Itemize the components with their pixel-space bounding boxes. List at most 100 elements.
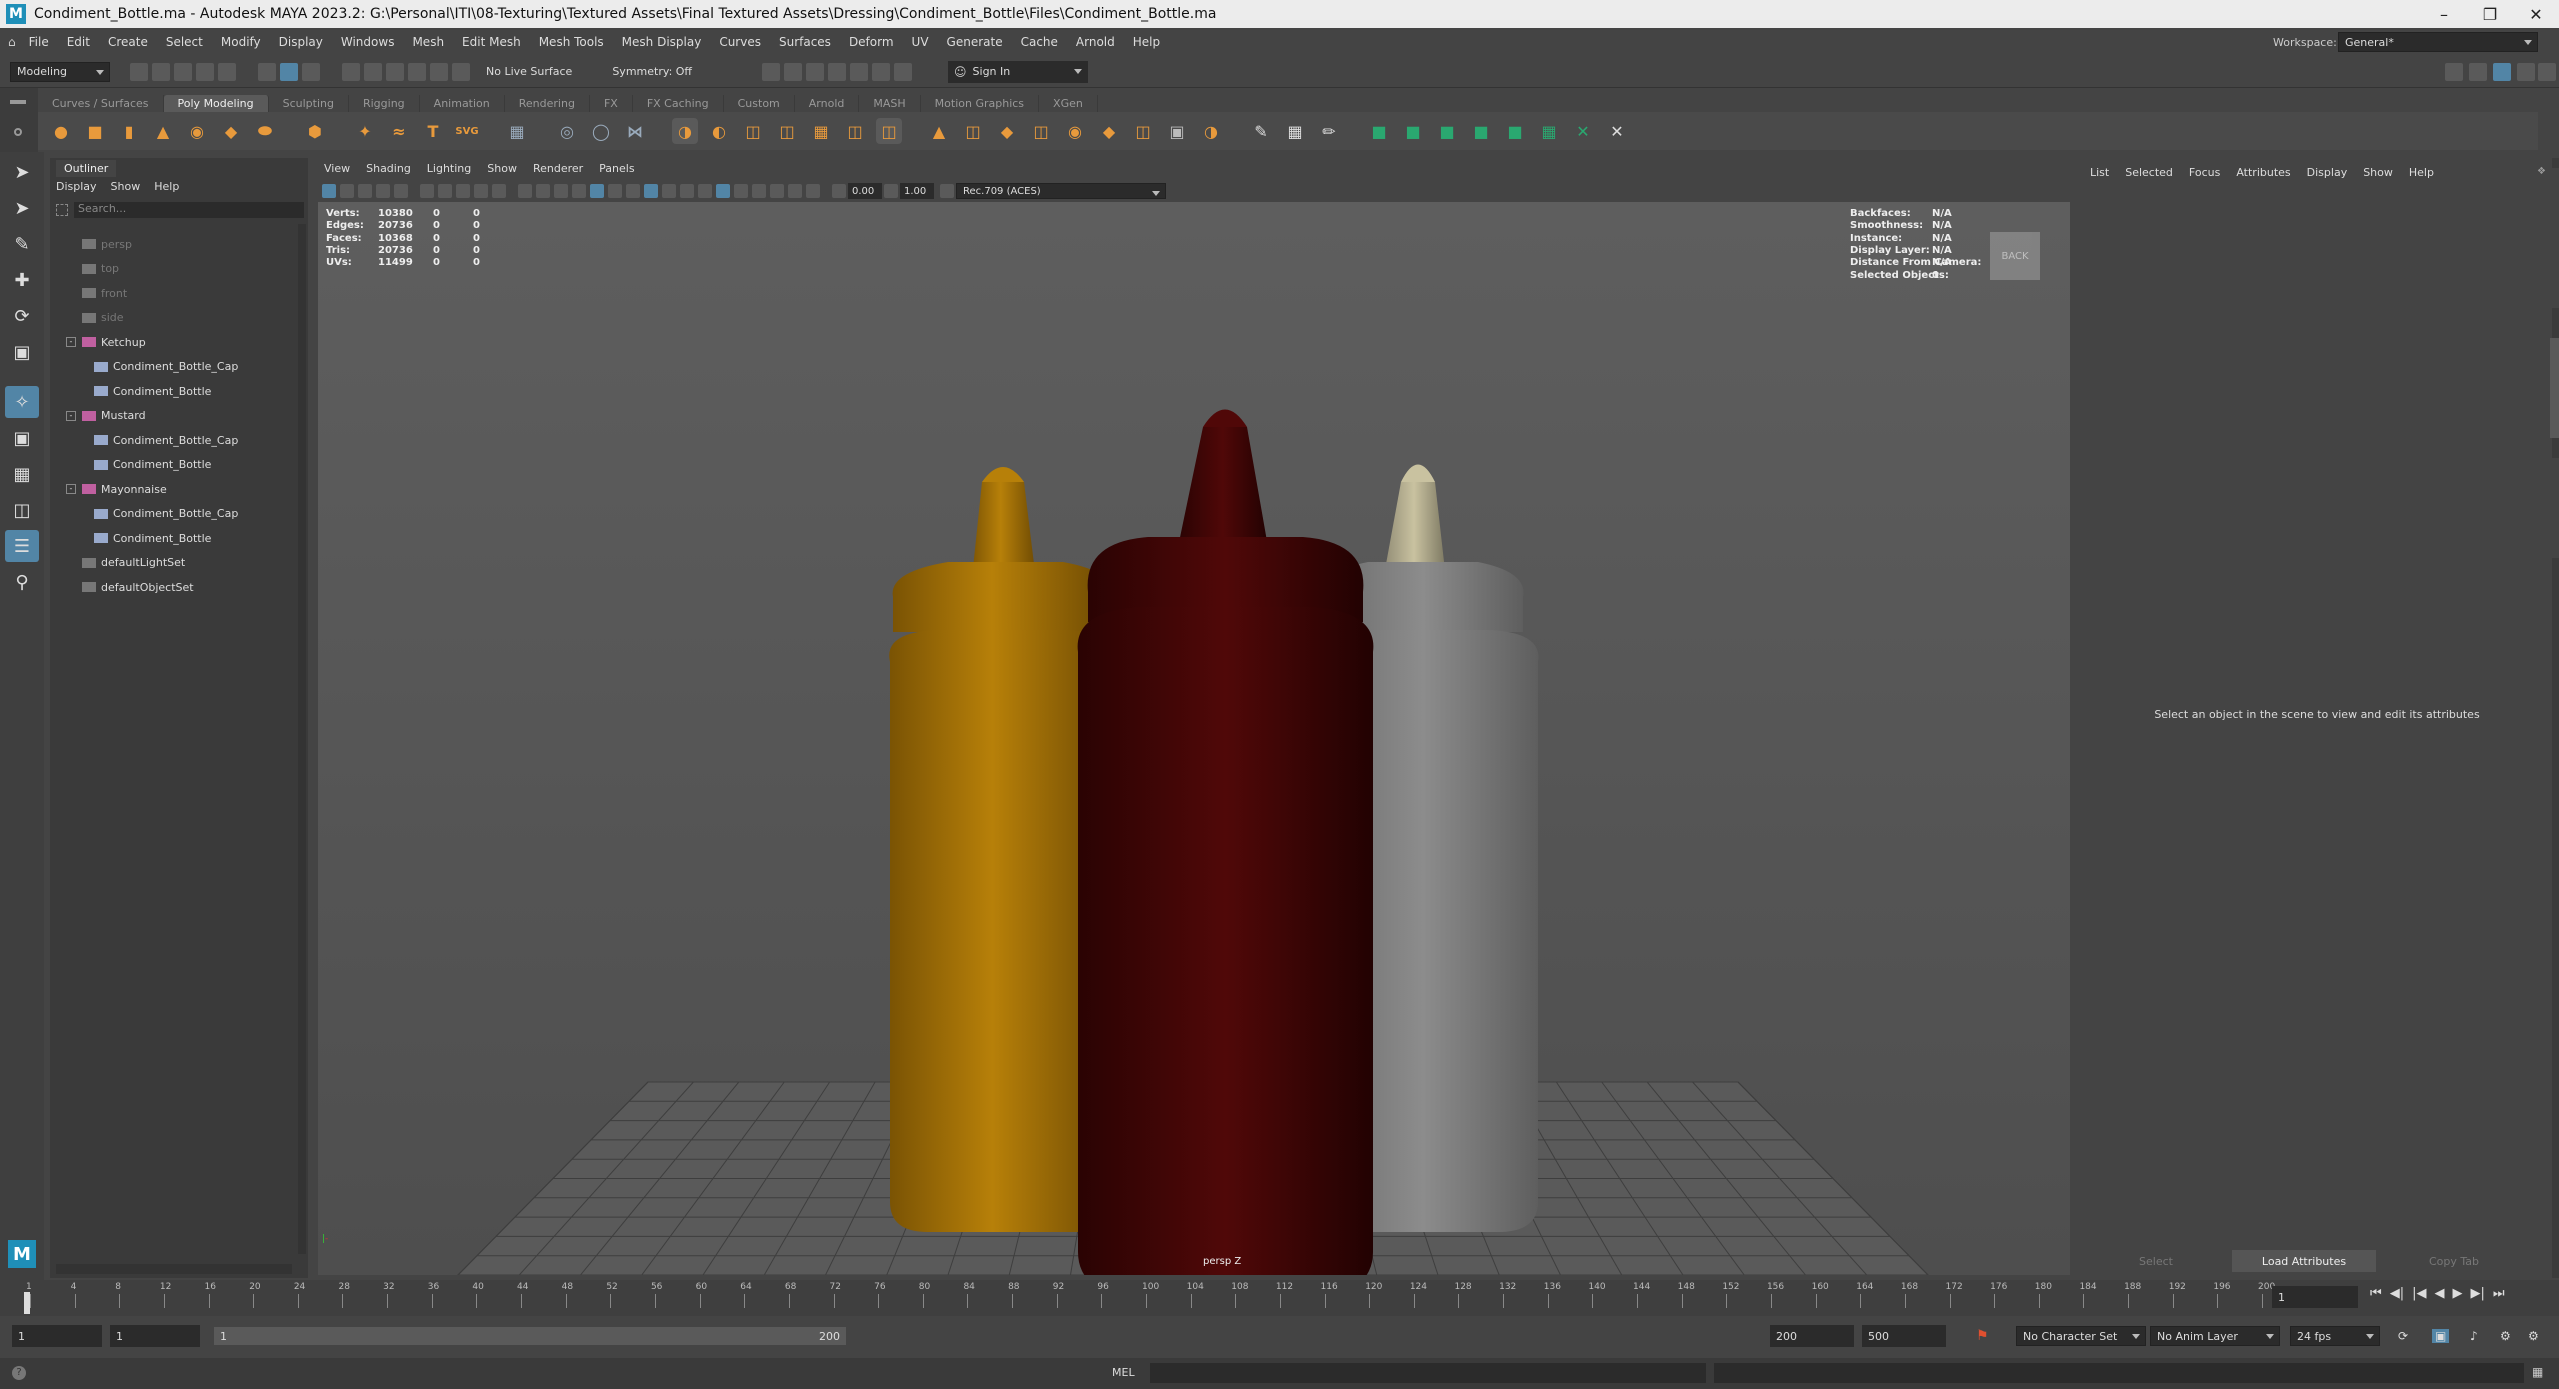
ipr-render-icon[interactable]: [806, 62, 825, 81]
camera-attr-icon[interactable]: [340, 184, 354, 198]
command-input[interactable]: [1150, 1363, 1706, 1383]
save-scene-icon[interactable]: [174, 62, 192, 81]
bridge-icon[interactable]: ◫: [960, 118, 986, 144]
menu-windows[interactable]: Windows: [332, 35, 404, 49]
outliner-item[interactable]: defaultLightSet: [82, 553, 185, 573]
close-button[interactable]: ✕: [2513, 0, 2559, 28]
viewport-menu-shading[interactable]: Shading: [366, 162, 411, 175]
step-back-icon[interactable]: |◀: [2412, 1286, 2426, 1301]
open-scene-icon[interactable]: [152, 62, 170, 81]
gamma-icon[interactable]: [884, 184, 898, 198]
anim-prefs-icon[interactable]: ⚙: [2528, 1329, 2539, 1343]
attr-menu-list[interactable]: List: [2090, 166, 2109, 179]
collapse-icon[interactable]: -: [66, 484, 76, 494]
script-editor-icon[interactable]: ▦: [2532, 1365, 2543, 1379]
viewport-menu-panels[interactable]: Panels: [599, 162, 634, 175]
pin-icon[interactable]: ❖: [2537, 166, 2546, 177]
bookmark-icon[interactable]: [358, 184, 372, 198]
shelf-menu-icon[interactable]: [10, 100, 26, 104]
four-pane-icon[interactable]: ▦: [5, 458, 39, 490]
anim-end-field[interactable]: 500: [1862, 1325, 1946, 1347]
outliner-menu-display[interactable]: Display: [56, 180, 97, 193]
collapse-icon[interactable]: -: [66, 337, 76, 347]
menu-mesh-tools[interactable]: Mesh Tools: [530, 35, 613, 49]
shelf-tab-poly-modeling[interactable]: Poly Modeling: [163, 95, 269, 112]
render-current-icon[interactable]: [784, 62, 803, 81]
outliner-item[interactable]: - Mayonnaise: [66, 479, 167, 499]
move-tool-icon[interactable]: ✚: [5, 264, 39, 296]
render-settings-icon[interactable]: [828, 62, 847, 81]
layout-icon-3[interactable]: [2493, 62, 2511, 81]
loop-icon[interactable]: ⟳: [2398, 1329, 2408, 1343]
smooth-icon[interactable]: ◑: [672, 118, 698, 144]
layout-icon-5[interactable]: [2538, 62, 2556, 81]
home-icon[interactable]: ⌂: [8, 35, 16, 49]
collapse-icon[interactable]: ◆: [1096, 118, 1122, 144]
exposure-field[interactable]: 0.00: [848, 183, 882, 199]
pause-render-icon[interactable]: [894, 62, 913, 81]
outliner-item[interactable]: Condiment_Bottle: [94, 528, 211, 548]
layout-icon-1[interactable]: [2445, 62, 2463, 81]
menu-generate[interactable]: Generate: [938, 35, 1012, 49]
snap-vertex-icon[interactable]: [452, 62, 470, 81]
step-back-key-icon[interactable]: ◀|: [2390, 1286, 2404, 1301]
minimize-button[interactable]: –: [2421, 0, 2467, 28]
circularize-icon[interactable]: ▣: [1164, 118, 1190, 144]
poly-cone-icon[interactable]: ▲: [150, 118, 176, 144]
xray-joints-icon[interactable]: [752, 184, 766, 198]
smooth-shade-icon[interactable]: [590, 184, 604, 198]
textured-icon[interactable]: [644, 184, 658, 198]
2d-pan-icon[interactable]: [394, 184, 408, 198]
shelf-tab-fx[interactable]: FX: [590, 95, 633, 112]
mirror-icon[interactable]: ⋈: [622, 118, 648, 144]
load-attributes-button[interactable]: Load Attributes: [2232, 1250, 2376, 1272]
menu-edit-mesh[interactable]: Edit Mesh: [453, 35, 530, 49]
menu-file[interactable]: File: [20, 35, 58, 49]
append-icon[interactable]: ◫: [1028, 118, 1054, 144]
anim-layer-dropdown[interactable]: No Anim Layer: [2150, 1326, 2280, 1346]
menu-mesh[interactable]: Mesh: [403, 35, 453, 49]
menu-modify[interactable]: Modify: [212, 35, 270, 49]
outliner-item[interactable]: Condiment_Bottle_Cap: [94, 357, 238, 377]
go-to-start-icon[interactable]: ⏮: [2370, 1286, 2382, 1301]
viewport-menu-view[interactable]: View: [324, 162, 350, 175]
render-view-icon[interactable]: [762, 62, 781, 81]
uv-checker-icon[interactable]: ▦: [1536, 118, 1562, 144]
maya-m-icon[interactable]: M: [8, 1240, 36, 1268]
attr-menu-focus[interactable]: Focus: [2189, 166, 2220, 179]
type-tool-icon[interactable]: T: [420, 118, 446, 144]
multi-cut-icon[interactable]: ✎: [1248, 118, 1274, 144]
edge-loop-icon[interactable]: ▦: [1282, 118, 1308, 144]
help-icon[interactable]: ?: [12, 1366, 26, 1380]
outliner-item[interactable]: top: [82, 259, 119, 279]
range-bar[interactable]: 1 200: [214, 1327, 846, 1345]
rotate-tool-icon[interactable]: ⟳: [5, 300, 39, 332]
shadows-icon[interactable]: [680, 184, 694, 198]
outliner-menu-show[interactable]: Show: [111, 180, 141, 193]
menu-uv[interactable]: UV: [903, 35, 938, 49]
play-forward-icon[interactable]: ▶: [2452, 1286, 2462, 1301]
snap-point-icon[interactable]: [386, 62, 404, 81]
symmetry-label[interactable]: Symmetry: Off: [612, 65, 692, 78]
isolate-select-icon[interactable]: [716, 184, 730, 198]
select-camera-icon[interactable]: [322, 184, 336, 198]
safe-title-icon[interactable]: [554, 184, 568, 198]
uv-icon-1[interactable]: ■: [1366, 118, 1392, 144]
outliner-item[interactable]: Condiment_Bottle_Cap: [94, 504, 238, 524]
scale-tool-icon[interactable]: ▣: [5, 336, 39, 368]
menu-surfaces[interactable]: Surfaces: [770, 35, 840, 49]
playback-end-field[interactable]: 200: [1770, 1325, 1854, 1347]
paint-select-icon[interactable]: ✎: [5, 228, 39, 260]
menu-deform[interactable]: Deform: [840, 35, 903, 49]
shelf-tab-arnold[interactable]: Arnold: [795, 95, 860, 112]
select-object-icon[interactable]: [280, 62, 298, 81]
new-scene-icon[interactable]: [130, 62, 148, 81]
shelf-tab-fx-caching[interactable]: FX Caching: [633, 95, 724, 112]
go-to-end-icon[interactable]: ⏭: [2493, 1286, 2505, 1301]
two-pane-icon[interactable]: ◫: [5, 494, 39, 526]
snap-curve-icon[interactable]: [364, 62, 382, 81]
exposure-icon[interactable]: [832, 184, 846, 198]
viewport-menu-renderer[interactable]: Renderer: [533, 162, 583, 175]
poly-helix-icon[interactable]: ≈: [386, 118, 412, 144]
use-all-lights-icon[interactable]: [662, 184, 676, 198]
